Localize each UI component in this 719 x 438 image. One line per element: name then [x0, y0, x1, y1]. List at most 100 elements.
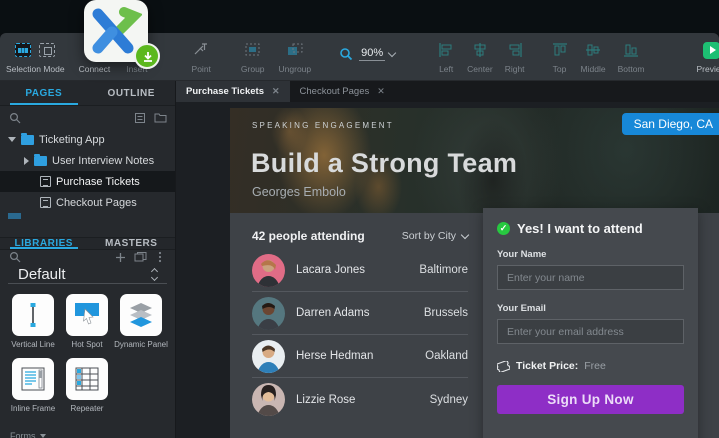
align-top-button[interactable]: Top	[551, 33, 569, 81]
attendee-name: Lizzie Rose	[296, 394, 430, 406]
kebab-menu-icon[interactable]	[153, 250, 167, 264]
tree-item-clipped	[0, 213, 175, 219]
align-top-label: Top	[553, 64, 567, 74]
attendee-city: Oakland	[425, 350, 468, 362]
design-page[interactable]: SPEAKING ENGAGEMENT Build a Strong Team …	[230, 108, 719, 438]
attendee-name: Herse Hedman	[296, 350, 425, 362]
add-page-icon[interactable]	[133, 111, 147, 125]
libraries-panel-tabs: LIBRARIES MASTERS	[0, 238, 175, 250]
selection-marquee-icon[interactable]	[14, 41, 32, 59]
align-left-icon	[437, 41, 455, 59]
tab-pages[interactable]: PAGES	[0, 81, 88, 105]
selection-contain-icon[interactable]	[38, 41, 56, 59]
attendee-row[interactable]: Darren Adams Brussels	[252, 292, 468, 335]
email-field[interactable]	[497, 319, 684, 344]
align-top-icon	[551, 41, 569, 59]
avatar	[252, 254, 285, 287]
ticket-price-label: Ticket Price:	[516, 360, 578, 372]
align-middle-icon	[584, 41, 602, 59]
zoom-chevron-icon[interactable]	[388, 48, 396, 56]
attendee-row[interactable]: Lizzie Rose Sydney	[252, 378, 468, 421]
close-tab-icon[interactable]: ✕	[377, 86, 385, 97]
pages-panel-tabs: PAGES OUTLINE	[0, 81, 175, 106]
check-icon: ✓	[497, 222, 510, 235]
caret-right-icon[interactable]	[24, 157, 29, 165]
sign-up-button[interactable]: Sign Up Now	[497, 385, 684, 414]
tree-item-ticketing-app[interactable]: Ticketing App	[0, 129, 175, 150]
widget-repeater[interactable]: Repeater	[60, 358, 114, 413]
close-tab-icon[interactable]: ✕	[272, 86, 280, 97]
align-middle-label: Middle	[581, 64, 606, 74]
forms-section-header[interactable]: Forms	[0, 424, 175, 438]
attendee-row[interactable]: Lacara Jones Baltimore	[252, 249, 468, 292]
hero-section[interactable]: SPEAKING ENGAGEMENT Build a Strong Team …	[230, 108, 719, 213]
preview-button[interactable]: Preview	[697, 33, 719, 81]
preview-label: Preview	[697, 64, 719, 74]
point-label: Point	[192, 64, 211, 74]
caret-down-icon[interactable]	[8, 137, 16, 142]
signup-form: ✓ Yes! I want to attend Your Name Your E…	[483, 208, 698, 438]
hero-eyebrow: SPEAKING ENGAGEMENT	[252, 121, 394, 130]
folder-icon	[8, 213, 21, 219]
attendee-city: Brussels	[424, 307, 468, 319]
tree-item-label: Ticketing App	[39, 134, 105, 146]
widget-label: Dynamic Panel	[114, 340, 168, 349]
tab-libraries[interactable]: LIBRARIES	[0, 238, 88, 249]
app-window: Selection Mode Connect Insert	[0, 0, 719, 438]
align-right-button[interactable]: Right	[505, 33, 525, 81]
align-bottom-icon	[622, 41, 640, 59]
tab-masters[interactable]: MASTERS	[88, 238, 176, 249]
hero-speaker: Georges Embolo	[252, 185, 346, 199]
widget-inline-frame[interactable]: Inline Frame	[6, 358, 60, 413]
align-center-button[interactable]: Center	[467, 33, 493, 81]
manage-libraries-icon[interactable]	[133, 250, 147, 264]
widget-hot-spot[interactable]: Hot Spot	[60, 294, 114, 349]
widget-label: Vertical Line	[11, 340, 55, 349]
add-library-icon[interactable]	[113, 250, 127, 264]
tree-item-purchase-tickets[interactable]: Purchase Tickets	[0, 171, 175, 192]
canvas-tab-purchase-tickets[interactable]: Purchase Tickets ✕	[176, 81, 290, 102]
widget-label: Hot Spot	[71, 340, 102, 349]
canvas-tab-checkout-pages[interactable]: Checkout Pages ✕	[290, 81, 395, 102]
tree-item-checkout-pages[interactable]: Checkout Pages	[0, 192, 175, 213]
add-folder-icon[interactable]	[153, 111, 167, 125]
attendee-row[interactable]: Herse Hedman Oakland	[252, 335, 468, 378]
location-badge[interactable]: San Diego, CA	[622, 113, 719, 135]
align-right-icon	[506, 41, 524, 59]
selection-mode-control[interactable]: Selection Mode	[6, 33, 65, 81]
align-left-label: Left	[439, 64, 453, 74]
pages-tree: Ticketing App User Interview Notes Purch…	[0, 129, 175, 219]
widget-vertical-line[interactable]: Vertical Line	[6, 294, 60, 349]
group-label: Group	[241, 64, 265, 74]
axure-app-icon	[84, 0, 148, 62]
search-icon[interactable]	[8, 250, 22, 264]
ungroup-button[interactable]: Ungroup	[279, 33, 312, 81]
tree-item-user-interview-notes[interactable]: User Interview Notes	[0, 150, 175, 171]
dynamic-panel-icon	[120, 294, 162, 336]
libraries-panel: LIBRARIES MASTERS	[0, 237, 175, 438]
canvas-tab-label: Checkout Pages	[300, 86, 370, 97]
align-middle-button[interactable]: Middle	[581, 33, 606, 81]
avatar	[252, 383, 285, 416]
zoom-value[interactable]: 90%	[359, 47, 385, 61]
zoom-magnifier-icon	[337, 45, 355, 63]
point-button[interactable]: Point	[192, 33, 211, 81]
widget-grid: Vertical Line Hot Spot Dynamic Panel	[0, 284, 175, 422]
name-field[interactable]	[497, 265, 684, 290]
zoom-control[interactable]: 90%	[337, 33, 395, 63]
library-selector-stepper-icon[interactable]	[152, 269, 157, 280]
tab-outline[interactable]: OUTLINE	[88, 81, 176, 105]
pages-panel-toolbar	[0, 106, 175, 129]
widget-dynamic-panel[interactable]: Dynamic Panel	[114, 294, 168, 349]
library-selector-value: Default	[18, 266, 66, 283]
avatar	[252, 340, 285, 373]
align-bottom-button[interactable]: Bottom	[618, 33, 645, 81]
group-icon	[244, 41, 262, 59]
group-button[interactable]: Group	[241, 33, 265, 81]
email-field-label: Your Email	[497, 303, 684, 314]
library-selector[interactable]: Default	[8, 266, 167, 284]
page-icon	[40, 176, 51, 187]
sort-by-dropdown[interactable]: Sort by City	[402, 230, 468, 242]
search-icon[interactable]	[8, 111, 22, 125]
align-left-button[interactable]: Left	[437, 33, 455, 81]
